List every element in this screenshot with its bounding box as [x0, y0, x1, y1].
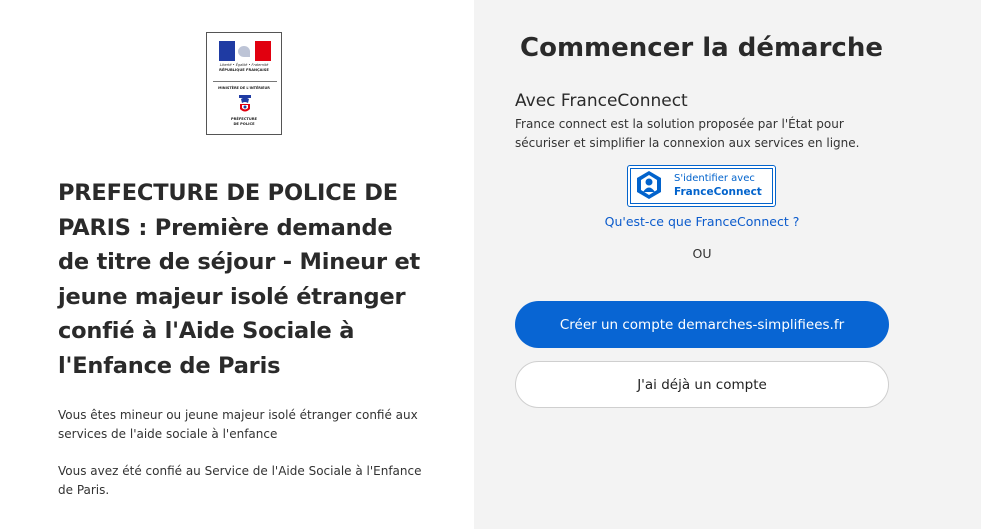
franceconnect-info-link[interactable]: Qu'est-ce que FranceConnect ? [515, 214, 889, 229]
franceconnect-button[interactable]: S'identifier avec FranceConnect [627, 165, 776, 207]
start-heading: Commencer la démarche [520, 33, 883, 63]
procedure-panel: Liberté • Égalité • Fraternité RÉPUBLIQU… [0, 0, 474, 529]
or-separator: OU [692, 246, 712, 261]
procedure-description-2: Vous avez été confié au Service de l'Aid… [58, 464, 422, 497]
login-panel [474, 0, 981, 529]
franceconnect-button-label-2: FranceConnect [674, 186, 762, 198]
procedure-title: PREFECTURE DE POLICE DE PARIS : Première… [58, 180, 421, 379]
existing-account-button[interactable]: J'ai déjà un compte [515, 361, 889, 408]
logo-prefecture-line2: DE POLICE [233, 122, 255, 126]
logo-republic: RÉPUBLIQUE FRANÇAISE [219, 68, 269, 72]
create-account-button[interactable]: Créer un compte demarches-simplifiees.fr [515, 301, 889, 348]
franceconnect-button-label-1: S'identifier avec [674, 173, 755, 184]
prefecture-logo: Liberté • Égalité • Fraternité RÉPUBLIQU… [206, 32, 282, 135]
franceconnect-description: France connect est la solution proposée … [515, 117, 860, 150]
police-emblem-icon [239, 95, 251, 112]
logo-motto: Liberté • Égalité • Fraternité [219, 63, 269, 67]
franceconnect-icon [637, 171, 661, 199]
logo-prefecture-line1: PRÉFECTURE [231, 117, 257, 121]
logo-divider [213, 81, 277, 82]
franceconnect-title: Avec FranceConnect [515, 91, 688, 111]
french-flag-icon [219, 41, 271, 61]
procedure-description-1: Vous êtes mineur ou jeune majeur isolé é… [58, 408, 418, 441]
logo-ministry: MINISTÈRE DE L'INTÉRIEUR [218, 86, 270, 90]
